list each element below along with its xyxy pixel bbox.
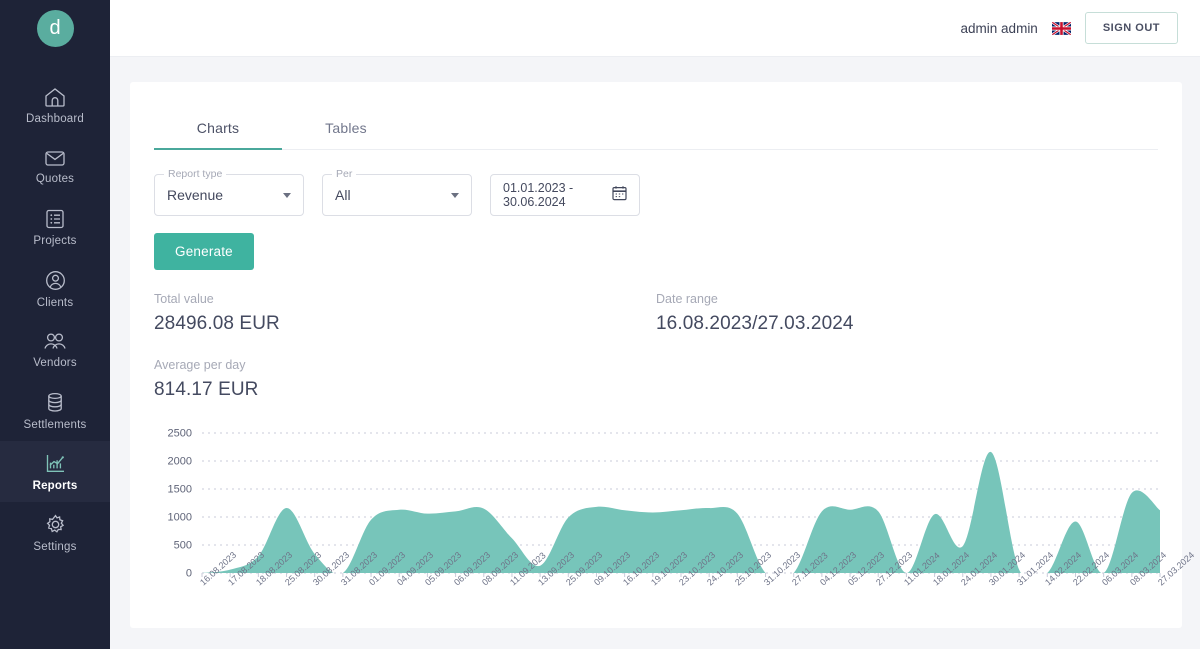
stats-row-2: Average per day 814.17 EUR bbox=[154, 358, 1158, 401]
main-area: admin admin SIGN OUT Charts Tables bbox=[110, 0, 1200, 649]
sidebar-item-settings[interactable]: Settings bbox=[0, 502, 110, 563]
reports-card: Charts Tables Report type Revenue Per Al… bbox=[130, 82, 1182, 628]
sidebar-item-label: Settings bbox=[33, 541, 76, 553]
chart-canvas: 0 500 1000 1500 2000 2500 bbox=[154, 425, 1164, 640]
date-range-input[interactable]: 01.01.2023 - 30.06.2024 bbox=[490, 174, 640, 216]
envelope-icon bbox=[43, 148, 67, 168]
list-icon bbox=[44, 208, 66, 230]
per-value: All bbox=[335, 187, 351, 203]
stat-label: Average per day bbox=[154, 358, 657, 372]
stat-average-per-day: Average per day 814.17 EUR bbox=[154, 358, 657, 401]
sidebar-item-label: Dashboard bbox=[26, 113, 84, 125]
sidebar-nav: Dashboard Quotes bbox=[0, 57, 110, 563]
per-select[interactable]: Per All bbox=[322, 174, 472, 216]
sidebar-item-clients[interactable]: Clients bbox=[0, 258, 110, 319]
tab-charts[interactable]: Charts bbox=[154, 108, 282, 149]
stat-value: 814.17 EUR bbox=[154, 379, 657, 401]
sidebar-item-settlements[interactable]: Settlements bbox=[0, 380, 110, 441]
calendar-icon[interactable] bbox=[612, 185, 627, 206]
sidebar-item-label: Clients bbox=[37, 297, 74, 309]
app-logo[interactable]: d bbox=[37, 10, 74, 47]
stat-value: 16.08.2023/27.03.2024 bbox=[656, 313, 1158, 335]
stat-total-value: Total value 28496.08 EUR bbox=[154, 292, 656, 335]
sidebar-item-label: Vendors bbox=[33, 357, 77, 369]
content-area: Charts Tables Report type Revenue Per Al… bbox=[110, 57, 1200, 649]
stat-date-range: Date range 16.08.2023/27.03.2024 bbox=[656, 292, 1158, 335]
stat-label: Date range bbox=[656, 292, 1158, 306]
chart-icon bbox=[44, 452, 67, 475]
filters-row: Report type Revenue Per All 01.01.2023 -… bbox=[154, 174, 1158, 216]
date-range-value: 01.01.2023 - 30.06.2024 bbox=[503, 181, 612, 209]
users-icon bbox=[42, 330, 68, 352]
stats-row-1: Total value 28496.08 EUR Date range 16.0… bbox=[154, 292, 1158, 335]
user-name: admin admin bbox=[961, 21, 1038, 36]
revenue-area-chart: 05001000150020002500 16.08.202317.08.202… bbox=[154, 425, 1158, 640]
sidebar-item-reports[interactable]: Reports bbox=[0, 441, 110, 502]
y-axis-tick-label: 1000 bbox=[168, 512, 192, 524]
user-circle-icon bbox=[44, 269, 67, 292]
app-root: d Dashboard Quotes bbox=[0, 0, 1200, 649]
coins-icon bbox=[44, 391, 66, 414]
y-axis-tick-label: 1500 bbox=[168, 484, 192, 496]
chevron-down-icon bbox=[451, 193, 459, 198]
generate-button[interactable]: Generate bbox=[154, 233, 254, 270]
top-bar: admin admin SIGN OUT bbox=[110, 0, 1200, 57]
report-type-value: Revenue bbox=[167, 187, 223, 203]
chevron-down-icon bbox=[283, 193, 291, 198]
report-type-select[interactable]: Report type Revenue bbox=[154, 174, 304, 216]
y-axis-tick-label: 500 bbox=[174, 540, 192, 552]
per-label: Per bbox=[332, 168, 356, 180]
sidebar-item-label: Settlements bbox=[24, 419, 87, 431]
sidebar-item-quotes[interactable]: Quotes bbox=[0, 136, 110, 197]
sidebar: d Dashboard Quotes bbox=[0, 0, 110, 649]
gear-icon bbox=[44, 513, 67, 536]
sidebar-item-dashboard[interactable]: Dashboard bbox=[0, 75, 110, 136]
y-axis-tick-label: 2500 bbox=[168, 428, 192, 440]
report-type-label: Report type bbox=[164, 168, 226, 180]
logo-area: d bbox=[0, 0, 110, 57]
tab-tables[interactable]: Tables bbox=[282, 108, 410, 149]
stat-value: 28496.08 EUR bbox=[154, 313, 656, 335]
stat-label: Total value bbox=[154, 292, 656, 306]
y-axis-tick-label: 0 bbox=[186, 568, 192, 580]
stats-section: Total value 28496.08 EUR Date range 16.0… bbox=[154, 292, 1158, 401]
sidebar-item-label: Projects bbox=[33, 235, 76, 247]
uk-flag-icon[interactable] bbox=[1052, 22, 1071, 35]
sidebar-item-vendors[interactable]: Vendors bbox=[0, 319, 110, 380]
sidebar-item-label: Quotes bbox=[36, 173, 74, 185]
sign-out-button[interactable]: SIGN OUT bbox=[1085, 12, 1178, 44]
sidebar-item-projects[interactable]: Projects bbox=[0, 197, 110, 258]
home-icon bbox=[43, 86, 67, 108]
tab-bar: Charts Tables bbox=[154, 82, 1158, 150]
y-axis-tick-label: 2000 bbox=[168, 456, 192, 468]
sidebar-item-label: Reports bbox=[33, 480, 78, 492]
